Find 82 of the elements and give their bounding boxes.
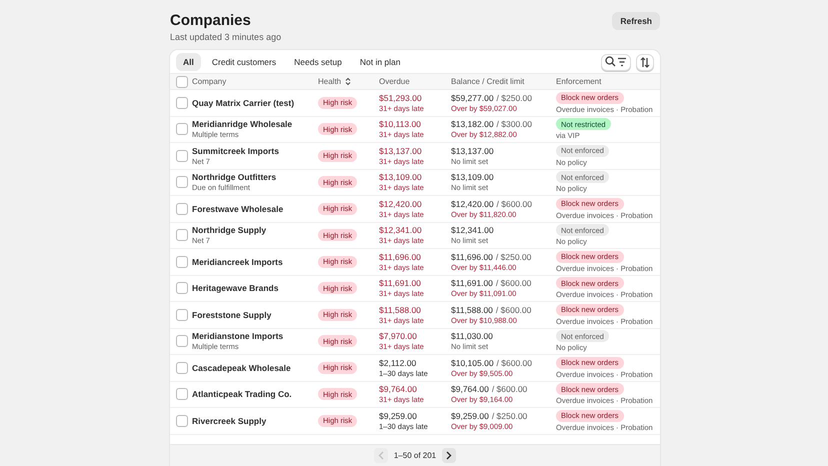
overdue-amount: $12,420.00: [379, 198, 422, 209]
overdue-amount: $10,113.00: [379, 119, 421, 130]
company-name[interactable]: Atlanticpeak Trading Co.: [192, 389, 292, 400]
checkbox[interactable]: [176, 282, 188, 294]
sort-icon: [640, 56, 650, 68]
filter-tab[interactable]: Not in plan: [352, 53, 408, 71]
overdue-amount: $13,109.00: [379, 172, 422, 182]
balance-amount: $9,259.00: [451, 410, 489, 421]
checkbox[interactable]: [176, 362, 188, 374]
credit-limit: / $600.00: [496, 304, 532, 315]
balance-amount: $11,030.00: [451, 331, 493, 342]
balance-amount: $9,764.00: [451, 384, 489, 394]
last-updated-text: Last updated 3 minutes ago: [170, 32, 282, 42]
overdue-amount: $11,588.00: [379, 304, 421, 315]
credit-limit: / $600.00: [496, 278, 532, 288]
credit-limit: / $250.00: [496, 252, 532, 262]
filter-tab[interactable]: Credit customers: [204, 53, 284, 71]
page-title: Companies: [170, 12, 252, 30]
column-header: Company: [192, 77, 226, 86]
checkbox[interactable]: [176, 388, 188, 400]
company-name[interactable]: Summitcreek Imports: [192, 146, 279, 156]
balance-amount: $11,696.00: [451, 252, 493, 262]
overdue-amount: $2,112.00: [379, 358, 416, 368]
filter-tab[interactable]: All: [176, 53, 201, 71]
balance-amount: $13,137.00: [451, 146, 494, 156]
column-header: Enforcement: [556, 77, 602, 86]
company-name[interactable]: Meridianridge Wholesale: [192, 119, 292, 130]
credit-limit: / $300.00: [496, 119, 532, 130]
overdue-amount: $13,137.00: [379, 146, 422, 156]
balance-amount: $12,341.00: [451, 225, 494, 236]
credit-limit: / $600.00: [496, 358, 532, 368]
filter-tab[interactable]: Needs setup: [287, 53, 349, 71]
credit-limit: / $600.00: [492, 384, 528, 394]
checkbox[interactable]: [176, 76, 188, 88]
overdue-amount: $11,691.00: [379, 278, 421, 288]
checkbox[interactable]: [176, 335, 188, 348]
overdue-amount: $12,341.00: [379, 225, 422, 236]
checkbox[interactable]: [176, 96, 188, 109]
checkbox[interactable]: [176, 176, 188, 188]
sort-icon: [345, 77, 352, 86]
balance-amount: $59,277.00: [451, 92, 494, 103]
chevron-left-icon: [378, 451, 384, 460]
company-name[interactable]: Rivercreek Supply: [192, 416, 266, 426]
page-range-text: 1–50 of 201: [394, 451, 436, 460]
sort-button[interactable]: [636, 54, 654, 70]
credit-limit: / $600.00: [496, 198, 532, 209]
overdue-amount: $7,970.00: [379, 331, 417, 342]
checkbox[interactable]: [176, 414, 188, 427]
company-name[interactable]: Northridge Supply: [192, 225, 266, 236]
balance-amount: $13,109.00: [451, 172, 494, 182]
chevron-right-icon: [446, 451, 452, 460]
checkbox[interactable]: [176, 123, 188, 136]
company-name[interactable]: Forestwave Wholesale: [192, 204, 284, 214]
checkbox[interactable]: [176, 229, 188, 242]
balance-amount: $11,691.00: [451, 278, 493, 288]
overdue-amount: $9,764.00: [379, 384, 417, 394]
checkbox[interactable]: [176, 256, 188, 268]
company-name[interactable]: Quay Matrix Carrier (test): [192, 98, 294, 108]
column-header: Balance / Credit limit: [451, 77, 524, 86]
next-page-button[interactable]: [442, 448, 456, 463]
company-name[interactable]: Meridiancreek Imports: [192, 256, 283, 267]
company-name[interactable]: Foreststone Supply: [192, 310, 272, 320]
credit-limit: / $250.00: [492, 410, 528, 421]
company-name[interactable]: Northridge Outfitters: [192, 172, 276, 182]
balance-amount: $13,182.00: [451, 119, 494, 130]
balance-amount: $11,588.00: [451, 304, 493, 315]
overdue-amount: $51,293.00: [379, 92, 422, 103]
balance-amount: $12,420.00: [451, 198, 494, 209]
search-filter-button[interactable]: [601, 54, 631, 70]
overdue-amount: $11,696.00: [379, 252, 421, 262]
refresh-button[interactable]: Refresh: [612, 12, 660, 30]
balance-amount: $10,105.00: [451, 358, 494, 368]
search-filter-icon: [605, 56, 627, 68]
credit-limit: / $250.00: [496, 92, 532, 103]
company-name[interactable]: Meridianstone Imports: [192, 331, 284, 342]
checkbox[interactable]: [176, 308, 188, 321]
overdue-amount: $9,259.00: [379, 410, 417, 421]
checkbox[interactable]: [176, 150, 188, 162]
company-name[interactable]: Heritagewave Brands: [192, 283, 278, 294]
column-header: Overdue: [379, 77, 410, 86]
checkbox[interactable]: [176, 202, 188, 215]
company-name[interactable]: Cascadepeak Wholesale: [192, 362, 291, 373]
